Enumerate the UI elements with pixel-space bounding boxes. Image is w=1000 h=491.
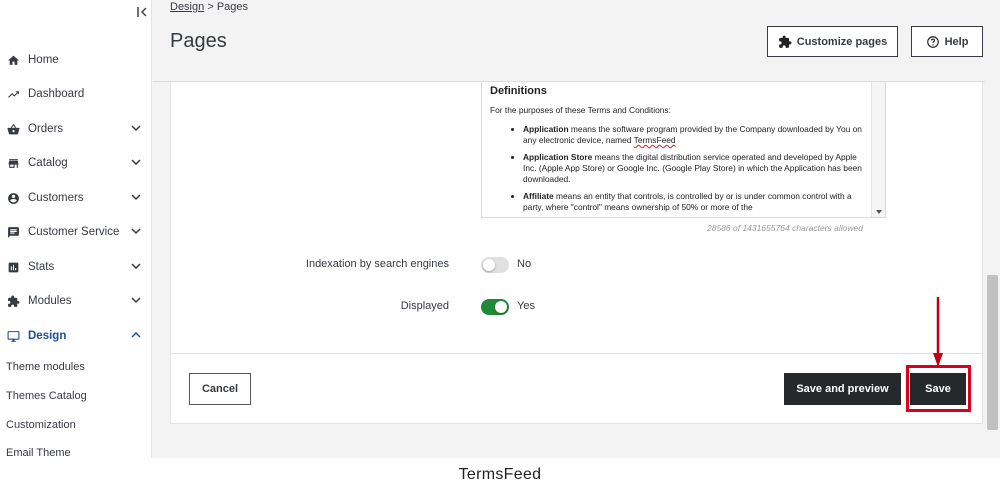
collapse-sidebar-icon[interactable] [136, 6, 150, 22]
indexation-label: Indexation by search engines [305, 258, 449, 270]
sidebar: Home Dashboard Orders Catalog Customers … [0, 0, 152, 458]
sidebar-item-catalog[interactable]: Catalog [0, 148, 151, 178]
spellcheck-word: TermsFeed [633, 134, 676, 145]
breadcrumb-current: Pages [216, 1, 249, 13]
store-icon [6, 156, 21, 171]
sidebar-item-label: Stats [28, 261, 55, 273]
definitions-list: Application means the software program p… [490, 124, 870, 212]
definition-text: means the software program provided by t… [523, 124, 862, 145]
toggle-knob [495, 301, 507, 313]
arrow-down-icon [933, 297, 943, 367]
displayed-label: Displayed [400, 300, 449, 312]
puzzle-icon [6, 294, 21, 309]
customize-pages-label: Customize pages [796, 35, 888, 48]
sidebar-item-label: Dashboard [28, 88, 85, 100]
sidebar-item-orders[interactable]: Orders [0, 114, 151, 144]
puzzle-icon [778, 35, 792, 48]
chevron-down-icon [131, 157, 143, 169]
chevron-down-icon [131, 192, 143, 204]
content-editor[interactable]: Definitions For the purposes of these Te… [481, 82, 886, 218]
page-header: Design > Pages Pages Customize pages Hel… [153, 0, 1000, 82]
indexation-toggle[interactable] [481, 257, 509, 273]
sidebar-subitem-theme-modules[interactable]: Theme modules [6, 361, 85, 373]
editor-intro: For the purposes of these Terms and Cond… [490, 104, 671, 115]
sidebar-item-label: Home [28, 54, 59, 66]
editor-heading: Definitions [490, 85, 547, 97]
sidebar-item-customer-service[interactable]: Customer Service [0, 217, 151, 247]
help-circle-icon [926, 35, 939, 48]
sidebar-item-home[interactable]: Home [0, 45, 151, 75]
list-item: Affiliate means an entity that controls,… [523, 191, 870, 212]
bar-chart-icon [6, 260, 21, 275]
chevron-down-icon [131, 123, 143, 135]
basket-icon [6, 122, 21, 137]
sidebar-subitem-email-theme[interactable]: Email Theme [6, 447, 71, 458]
sidebar-item-design[interactable]: Design [0, 321, 151, 351]
sidebar-item-label: Customer Service [28, 226, 120, 238]
sidebar-subitem-customization[interactable]: Customization [6, 419, 76, 431]
sidebar-item-label: Catalog [28, 157, 68, 169]
sidebar-item-label: Modules [28, 295, 72, 307]
sidebar-item-modules[interactable]: Modules [0, 286, 151, 316]
page-scrollbar[interactable] [985, 0, 1000, 458]
sidebar-item-label: Orders [28, 123, 64, 135]
page-form-panel: Definitions For the purposes of these Te… [170, 82, 983, 424]
save-and-preview-button[interactable]: Save and preview [784, 373, 901, 405]
chevron-down-icon [131, 295, 143, 307]
scrollbar-thumb[interactable] [987, 275, 998, 430]
breadcrumb-separator: > [207, 1, 214, 13]
customize-pages-button[interactable]: Customize pages [767, 26, 898, 57]
definition-term: Application [523, 124, 569, 135]
editor-scrollbar[interactable] [871, 82, 885, 217]
displayed-value: Yes [517, 300, 535, 312]
sidebar-item-label: Design [28, 330, 67, 342]
sidebar-item-stats[interactable]: Stats [0, 252, 151, 282]
breadcrumb-link-design[interactable]: Design [170, 1, 204, 13]
definition-text: means an entity that controls, is contro… [523, 191, 852, 212]
character-counter: 28586 of 1431655764 characters allowed [707, 223, 863, 233]
user-circle-icon [6, 191, 21, 206]
chevron-down-icon [131, 261, 143, 273]
sidebar-item-customers[interactable]: Customers [0, 183, 151, 213]
breadcrumb: Design > Pages [170, 1, 248, 13]
help-button[interactable]: Help [911, 26, 983, 57]
sidebar-item-label: Customers [28, 192, 84, 204]
editor-content: Definitions For the purposes of these Te… [490, 85, 870, 217]
cancel-button[interactable]: Cancel [189, 373, 251, 405]
save-highlight-box [906, 365, 971, 412]
sidebar-subitem-themes-catalog[interactable]: Themes Catalog [6, 390, 87, 402]
toggle-knob [483, 259, 495, 271]
trending-up-icon [6, 87, 21, 102]
indexation-value: No [517, 258, 532, 270]
sidebar-item-dashboard[interactable]: Dashboard [0, 79, 151, 109]
home-icon [6, 53, 21, 68]
list-item: Application Store means the digital dist… [523, 152, 870, 184]
chevron-up-icon [131, 330, 143, 342]
help-label: Help [944, 35, 969, 48]
chat-icon [6, 225, 21, 240]
displayed-toggle[interactable] [481, 299, 509, 315]
scroll-down-icon[interactable] [876, 210, 882, 214]
page-title: Pages [170, 30, 227, 52]
footer-divider [171, 353, 982, 354]
definition-term: Affiliate [523, 191, 554, 202]
list-item: Application means the software program p… [523, 124, 870, 145]
monitor-icon [6, 329, 21, 344]
caption: TermsFeed [0, 458, 1000, 491]
chevron-down-icon [131, 226, 143, 238]
definition-term: Application Store [523, 152, 593, 163]
